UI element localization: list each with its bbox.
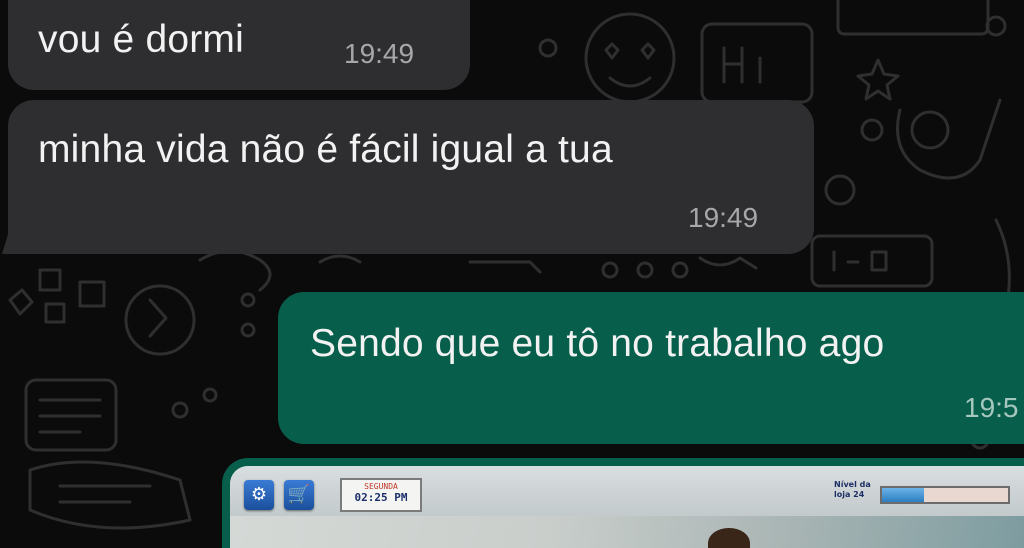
message-timestamp: 19:49 bbox=[688, 202, 759, 233]
game-clock: SEGUNDA 02:25 PM bbox=[340, 478, 422, 512]
message-text: minha vida não é fácil igual a tua bbox=[38, 128, 613, 171]
bubble-tail bbox=[2, 234, 22, 254]
game-clock-day: SEGUNDA bbox=[364, 482, 398, 491]
image-message[interactable]: ⚙ 🛒 SEGUNDA 02:25 PM Nível da loja 24 bbox=[222, 458, 1024, 548]
level-progress-fill bbox=[882, 488, 924, 502]
game-screenshot[interactable]: ⚙ 🛒 SEGUNDA 02:25 PM Nível da loja 24 bbox=[230, 466, 1024, 548]
gear-icon: ⚙ bbox=[244, 480, 274, 510]
message-bubble-incoming[interactable]: minha vida não é fácil igual a tua 19:49 bbox=[2, 100, 814, 254]
message-timestamp: 19:49 bbox=[344, 38, 415, 69]
cart-icon: 🛒 bbox=[284, 480, 314, 510]
message-text: vou é dormi bbox=[38, 18, 244, 61]
game-clock-time: 02:25 PM bbox=[354, 491, 408, 504]
message-bubble-incoming[interactable]: vou é dormi 19:49 bbox=[8, 0, 470, 90]
level-label: Nível da loja 24 bbox=[834, 480, 871, 499]
message-timestamp: 19:5 bbox=[964, 392, 1019, 423]
message-bubble-outgoing[interactable]: Sendo que eu tô no trabalho ago 19:5 bbox=[278, 292, 1024, 444]
level-progress-bar bbox=[880, 486, 1010, 504]
message-text: Sendo que eu tô no trabalho ago bbox=[310, 322, 885, 365]
